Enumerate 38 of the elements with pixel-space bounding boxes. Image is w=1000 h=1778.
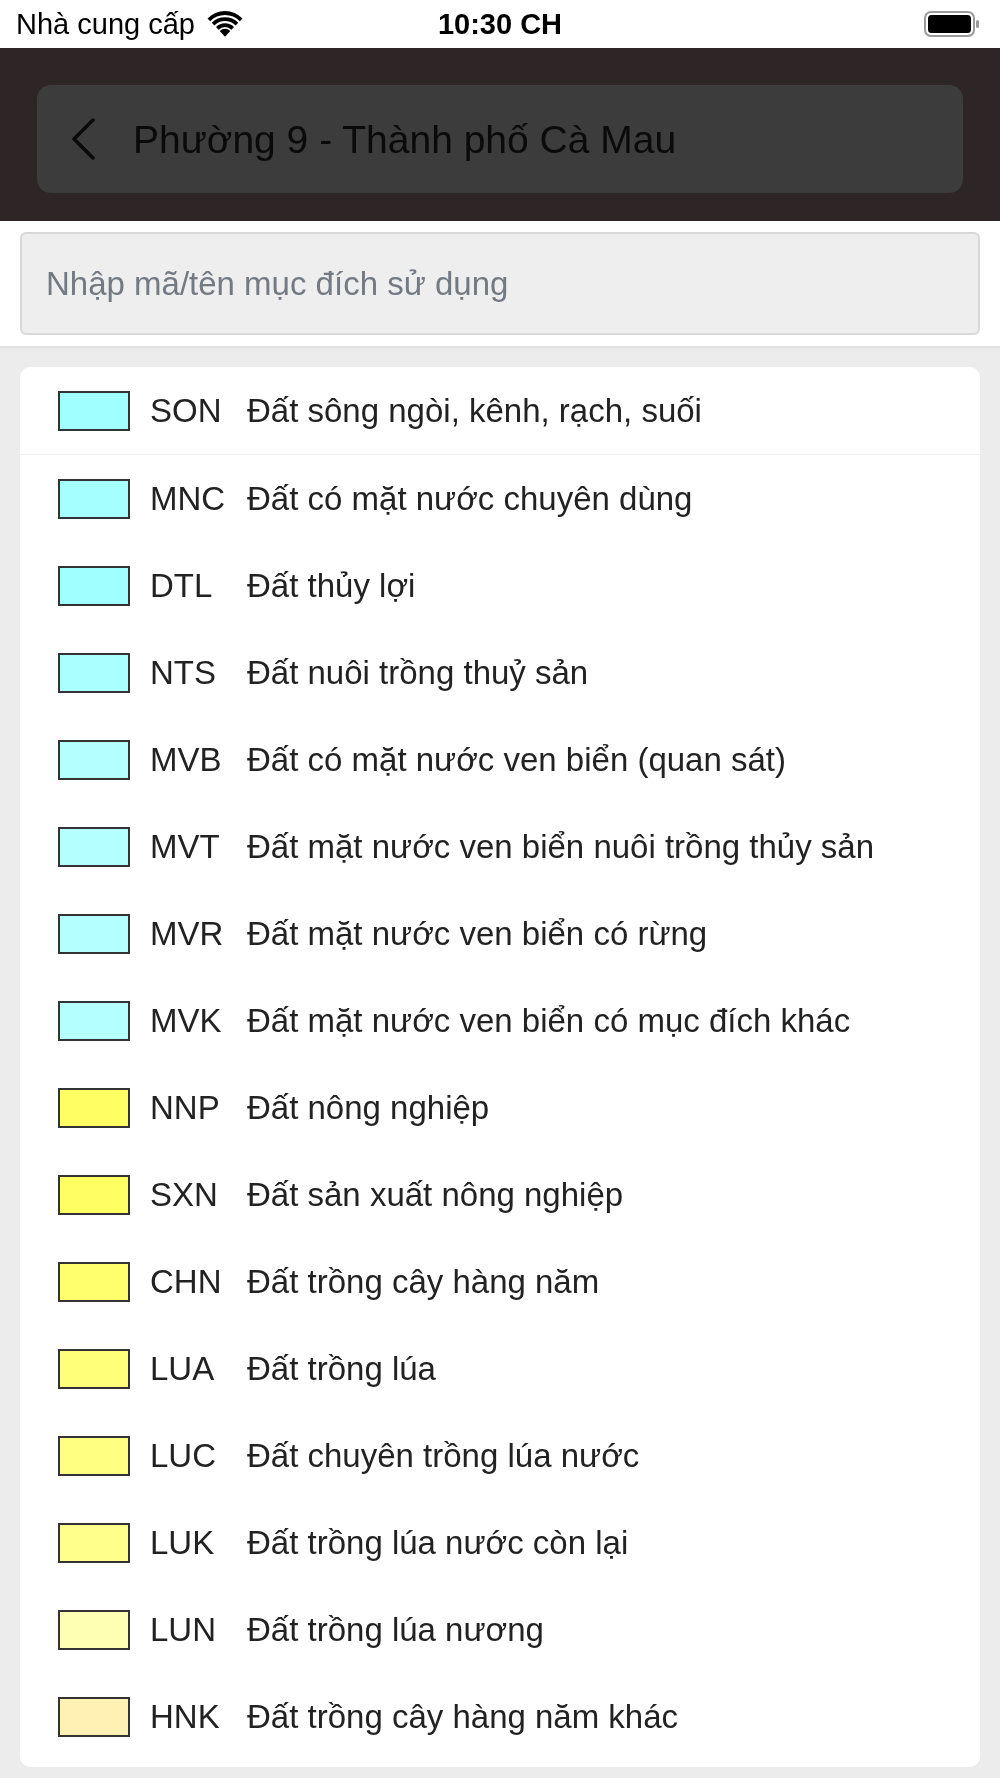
land-use-name: Đất sản xuất nông nghiệp	[247, 1178, 624, 1211]
land-use-code: CHN	[150, 1265, 223, 1298]
land-use-name: Đất sông ngòi, kênh, rạch, suối	[247, 394, 702, 427]
land-use-code: SON	[150, 394, 223, 427]
search-field[interactable]: Nhập mã/tên mục đích sử dụng	[20, 232, 980, 335]
land-use-name: Đất chuyên trồng lúa nước	[247, 1439, 640, 1472]
land-use-name: Đất trồng lúa nương	[247, 1613, 544, 1646]
land-use-name: Đất trồng cây hàng năm	[247, 1265, 600, 1298]
land-use-code: LUA	[150, 1352, 216, 1385]
land-use-code: MVR	[150, 917, 225, 950]
land-use-name: Đất có mặt nước ven biển (quan sát)	[247, 743, 786, 776]
land-use-code: MNC	[150, 482, 227, 515]
land-use-name: Đất mặt nước ven biển có mục đích khác	[247, 1004, 851, 1037]
land-use-code: NTS	[150, 656, 217, 689]
land-use-code: LUC	[150, 1439, 218, 1472]
land-use-name: Đất có mặt nước chuyên dùng	[247, 482, 693, 515]
back-icon[interactable]	[71, 118, 95, 160]
land-use-code: MVT	[150, 830, 221, 863]
land-use-name: Đất mặt nước ven biển nuôi trồng thủy sản	[247, 830, 875, 863]
land-use-name: Đất thủy lợi	[247, 569, 416, 602]
land-use-code: HNK	[150, 1700, 221, 1733]
wifi-icon	[206, 11, 243, 37]
status-time: 10:30 CH	[437, 9, 563, 39]
land-use-name: Đất nuôi trồng thuỷ sản	[247, 656, 589, 689]
land-use-code: LUK	[150, 1526, 216, 1559]
land-use-name: Đất trồng cây hàng năm khác	[247, 1700, 679, 1733]
land-use-name: Đất trồng lúa	[247, 1352, 436, 1385]
land-use-code: DTL	[150, 569, 214, 602]
carrier-name: Nhà cung cấp	[16, 9, 195, 39]
land-use-code: MVK	[150, 1004, 223, 1037]
land-use-name: Đất mặt nước ven biển có rừng	[247, 917, 708, 950]
land-use-code: NNP	[150, 1091, 221, 1124]
battery-icon	[924, 11, 980, 37]
land-use-name: Đất trồng lúa nước còn lại	[247, 1526, 629, 1559]
land-use-code: LUN	[150, 1613, 218, 1646]
land-use-code: MVB	[150, 743, 223, 776]
land-use-code: SXN	[150, 1178, 219, 1211]
land-use-name: Đất nông nghiệp	[247, 1091, 490, 1124]
